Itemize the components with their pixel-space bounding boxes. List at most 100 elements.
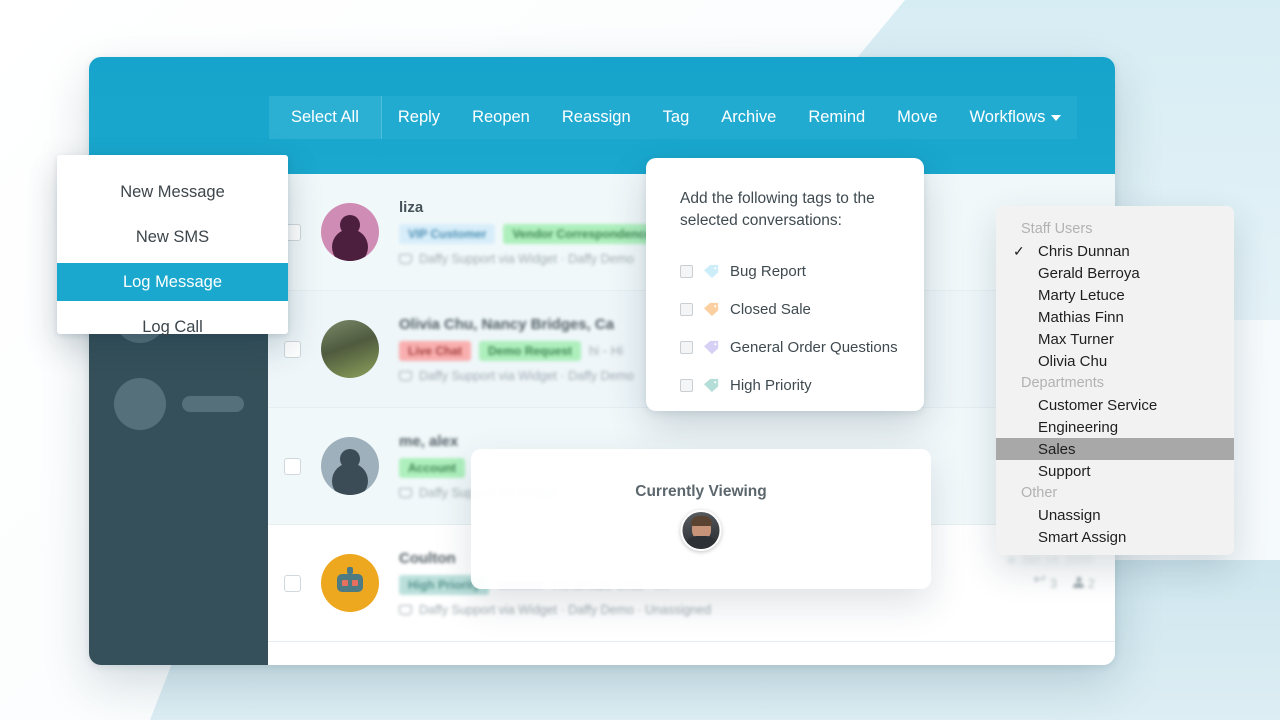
tag-option-closed-sale[interactable]: Closed Sale: [680, 291, 894, 329]
people-count-value: 2: [1087, 575, 1095, 591]
conversation-date-text: Jan 14, 2020: [1020, 553, 1093, 567]
assign-group-title-departments: Departments: [1021, 375, 1105, 391]
toolbar-label: Reassign: [561, 108, 631, 126]
assign-item-label: Chris Dunnan: [1038, 242, 1130, 260]
tag-checkbox[interactable]: [680, 379, 693, 393]
compose-menu-item-log-call[interactable]: Log Call: [57, 308, 288, 346]
toolbar-item-reply[interactable]: Reply: [382, 96, 456, 139]
toolbar-item-tag[interactable]: Tag: [647, 96, 706, 139]
compose-menu-item-log-message[interactable]: Log Message: [57, 263, 288, 301]
check-icon: ✓: [1013, 242, 1025, 259]
assign-item-sales[interactable]: Sales: [996, 438, 1234, 460]
tag-option-high-priority[interactable]: High Priority: [680, 367, 894, 405]
compose-menu-item-new-sms[interactable]: New SMS: [57, 218, 288, 256]
toolbar-label: Reply: [397, 108, 441, 126]
compose-menu-label: New Message: [120, 182, 225, 201]
reply-icon: [1033, 570, 1046, 588]
assign-item-label: Olivia Chu: [1038, 352, 1108, 370]
tag-option-label: Closed Sale: [730, 301, 811, 319]
assign-item-label: Smart Assign: [1038, 528, 1127, 546]
tag-panel-popover: Add the following tags to the selected c…: [646, 158, 924, 411]
tag-panel-prompt: Add the following tags to the selected c…: [680, 190, 875, 230]
reply-count: 3: [1033, 570, 1058, 591]
status-dot-icon: [1007, 556, 1015, 564]
inbox-icon: [399, 487, 412, 498]
tag-option-bug-report[interactable]: Bug Report: [680, 253, 894, 291]
avatar: [321, 320, 379, 378]
toolbar-label: Tag: [662, 108, 690, 126]
conversation-checkbox[interactable]: [284, 457, 301, 475]
compose-menu-label: New SMS: [135, 227, 210, 246]
compose-menu-popover: New Message New SMS Log Message Log Call: [57, 155, 288, 336]
assign-item-olivia-chu[interactable]: Olivia Chu: [996, 350, 1234, 372]
tag-option-label: High Priority: [730, 377, 812, 395]
toolbar-item-reopen[interactable]: Reopen: [456, 96, 546, 139]
avatar: [321, 203, 379, 261]
tag-chip[interactable]: Vendor Correspondence: [503, 223, 661, 244]
chevron-down-icon: [1051, 114, 1062, 121]
assign-item-mathias-finn[interactable]: Mathias Finn: [996, 306, 1234, 328]
screenshot-root: Select All Reply Reopen Reassign Tag Arc…: [0, 0, 1280, 720]
inbox-icon: [399, 370, 412, 381]
assign-item-smart-assign[interactable]: Smart Assign: [996, 526, 1234, 548]
assign-item-engineering[interactable]: Engineering: [996, 416, 1234, 438]
toolbar-item-archive[interactable]: Archive: [705, 96, 792, 139]
avatar: [321, 437, 379, 495]
assign-item-label: Marty Letuce: [1038, 286, 1125, 304]
inbox-icon: [399, 604, 412, 615]
tag-icon: [704, 341, 719, 355]
conversation-checkbox[interactable]: [284, 574, 301, 592]
tag-chip[interactable]: Account: [399, 457, 465, 478]
assign-item-unassign[interactable]: Unassign: [996, 504, 1234, 526]
conversation-date: Jan 14, 2020: [1007, 553, 1093, 567]
assign-item-label: Max Turner: [1038, 330, 1114, 348]
tag-option-label: General Order Questions: [730, 339, 898, 357]
assign-item-label: Sales: [1038, 440, 1076, 458]
assign-item-label: Customer Service: [1038, 396, 1158, 414]
tag-chip[interactable]: Live Chat: [399, 340, 472, 361]
assign-item-label: Mathias Finn: [1038, 308, 1124, 326]
tag-checkbox[interactable]: [680, 341, 693, 355]
toolbar-label: Remind: [808, 108, 866, 126]
currently-viewing-card: Currently Viewing: [471, 449, 931, 589]
compose-menu-label: Log Message: [122, 272, 223, 291]
reply-count-value: 3: [1049, 575, 1058, 591]
tag-chip[interactable]: Demo Request: [479, 340, 582, 361]
tag-chip[interactable]: VIP Customer: [399, 223, 496, 244]
assign-item-label: Gerald Berroya: [1038, 264, 1140, 282]
avatar-torso: [684, 536, 718, 549]
toolbar-label: Move: [897, 108, 938, 126]
assign-item-customer-service[interactable]: Customer Service: [996, 394, 1234, 416]
select-all-button[interactable]: Select All: [269, 96, 382, 139]
conversation-title: me, alex: [399, 432, 459, 450]
tag-checkbox[interactable]: [680, 303, 693, 317]
conversation-meta: 3 2: [1033, 570, 1095, 591]
assign-item-max-turner[interactable]: Max Turner: [996, 328, 1234, 350]
bulk-action-toolbar: Select All Reply Reopen Reassign Tag Arc…: [269, 96, 1078, 139]
conversation-subtitle-text: Daffy Support via Widget · Daffy Demo: [419, 251, 634, 266]
assign-dropdown-popover: Staff Users ✓ Chris Dunnan Gerald Berroy…: [996, 206, 1234, 555]
bot-icon: [337, 574, 363, 592]
conversation-subtitle-text: Daffy Support via Widget · Daffy Demo · …: [419, 602, 712, 617]
assign-item-marty-letuce[interactable]: Marty Letuce: [996, 284, 1234, 306]
toolbar-item-move[interactable]: Move: [881, 96, 953, 139]
tag-option-general-order-questions[interactable]: General Order Questions: [680, 329, 898, 367]
assign-item-gerald-berroya[interactable]: Gerald Berroya: [996, 262, 1234, 284]
tag-icon: [704, 379, 719, 393]
toolbar-item-reassign[interactable]: Reassign: [546, 96, 647, 139]
toolbar-item-workflows[interactable]: Workflows: [954, 96, 1078, 139]
tag-checkbox[interactable]: [680, 265, 693, 279]
conversation-snippet: hi - Hi: [589, 343, 623, 358]
currently-viewing-avatar[interactable]: [680, 510, 722, 551]
toolbar-item-remind[interactable]: Remind: [792, 96, 881, 139]
conversation-subtitle-text: Daffy Support via Widget · Daffy Demo: [419, 368, 634, 383]
compose-menu-item-new-message[interactable]: New Message: [57, 173, 288, 211]
assign-item-support[interactable]: Support: [996, 460, 1234, 482]
currently-viewing-title: Currently Viewing: [635, 483, 767, 500]
assign-item-label: Support: [1038, 462, 1091, 480]
assign-item-chris-dunnan[interactable]: ✓ Chris Dunnan: [996, 240, 1234, 262]
people-count: 2: [1073, 576, 1095, 591]
